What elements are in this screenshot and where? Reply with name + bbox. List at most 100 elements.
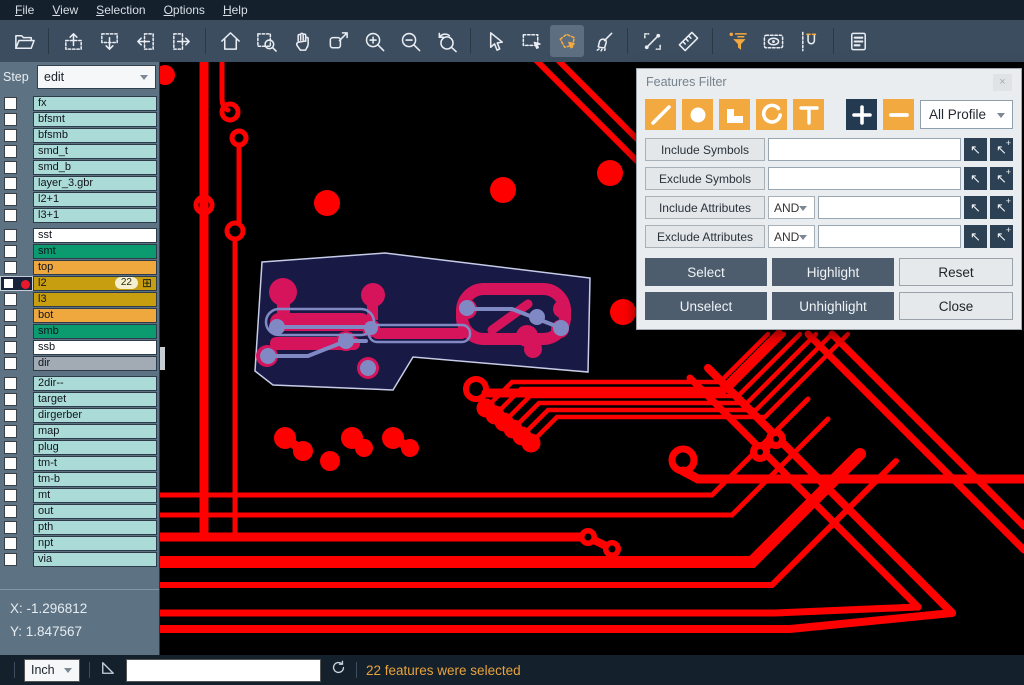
layer-visibility-checkbox[interactable]: [4, 309, 17, 322]
menu-view[interactable]: View: [43, 1, 87, 19]
layer-name[interactable]: l3+1: [33, 208, 157, 223]
layer-row-bfsmb[interactable]: bfsmb: [0, 127, 159, 143]
dialog-titlebar[interactable]: Features Filter ×: [637, 69, 1021, 95]
layer-row-target[interactable]: target: [0, 391, 159, 407]
layer-row-l2[interactable]: l222⊞: [0, 275, 159, 291]
layer-visibility-checkbox[interactable]: [4, 129, 17, 142]
exclude-attributes-input[interactable]: [818, 225, 961, 248]
dialog-close-button[interactable]: ×: [993, 74, 1012, 91]
reset-button[interactable]: Reset: [899, 258, 1013, 286]
layer-name[interactable]: fx: [33, 96, 157, 111]
add-filter-button[interactable]: [846, 99, 877, 130]
send-right-button[interactable]: [164, 25, 198, 57]
layer-visibility-checkbox[interactable]: [4, 113, 17, 126]
send-left-button[interactable]: [128, 25, 162, 57]
layer-name[interactable]: plug: [33, 440, 157, 455]
layer-name[interactable]: mt: [33, 488, 157, 503]
layer-name[interactable]: sst: [33, 228, 157, 243]
include-attributes-button[interactable]: Include Attributes: [645, 196, 765, 219]
layer-visibility-checkbox[interactable]: [4, 261, 17, 274]
layer-visibility-checkbox[interactable]: [4, 97, 17, 110]
select-button[interactable]: Select: [645, 258, 767, 286]
measure-button[interactable]: [635, 25, 669, 57]
layer-name[interactable]: l222⊞: [33, 276, 157, 291]
layer-name[interactable]: pth: [33, 520, 157, 535]
unselect-button[interactable]: Unselect: [645, 292, 767, 320]
include-attributes-pick-add-button[interactable]: ↖+: [990, 196, 1013, 219]
exclude-attributes-logic-select[interactable]: AND: [768, 225, 815, 248]
report-list-button[interactable]: [841, 25, 875, 57]
include-attributes-input[interactable]: [818, 196, 961, 219]
layer-name[interactable]: smd_b: [33, 160, 157, 175]
layer-row-2dir-[interactable]: 2dir--: [0, 375, 159, 391]
layer-name[interactable]: ssb: [33, 340, 157, 355]
filter-arcs-button[interactable]: [756, 99, 787, 130]
select-cursor-button[interactable]: [478, 25, 512, 57]
include-attributes-logic-select[interactable]: AND: [768, 196, 815, 219]
layer-name[interactable]: smt: [33, 244, 157, 259]
layer-visibility-checkbox[interactable]: [4, 293, 17, 306]
home-view-button[interactable]: [213, 25, 247, 57]
exclude-attributes-pick-add-button[interactable]: ↖+: [990, 225, 1013, 248]
sidebar-splitter-handle[interactable]: [160, 347, 165, 370]
layer-visibility-checkbox[interactable]: [4, 537, 17, 550]
layer-visibility-checkbox[interactable]: [4, 279, 13, 288]
layer-row-l3-1[interactable]: l3+1: [0, 207, 159, 223]
ruler-button[interactable]: [671, 25, 705, 57]
layer-name[interactable]: bot: [33, 308, 157, 323]
menu-options[interactable]: Options: [155, 1, 214, 19]
zoom-object-button[interactable]: [321, 25, 355, 57]
layer-row-smt[interactable]: smt: [0, 243, 159, 259]
step-select[interactable]: edit: [37, 65, 156, 89]
include-symbols-input[interactable]: [768, 138, 961, 161]
layer-visibility-checkbox[interactable]: [4, 425, 17, 438]
layer-grid-icon[interactable]: ⊞: [142, 277, 152, 289]
layer-visibility-checkbox[interactable]: [4, 473, 17, 486]
rect-select-button[interactable]: [514, 25, 548, 57]
layer-name[interactable]: dir: [33, 356, 157, 371]
snap-magnet-button[interactable]: [792, 25, 826, 57]
filter-lines-button[interactable]: [645, 99, 676, 130]
menu-file[interactable]: File: [6, 1, 43, 19]
layer-row-sst[interactable]: sst: [0, 227, 159, 243]
exclude-symbols-pick-add-button[interactable]: ↖+: [990, 167, 1013, 190]
layer-visibility-checkbox[interactable]: [4, 441, 17, 454]
layer-name[interactable]: dirgerber: [33, 408, 157, 423]
layer-row-top[interactable]: top: [0, 259, 159, 275]
layer-visibility-checkbox[interactable]: [4, 177, 17, 190]
layer-row-bfsmt[interactable]: bfsmt: [0, 111, 159, 127]
layer-visibility-checkbox[interactable]: [4, 521, 17, 534]
zoom-out-button[interactable]: [393, 25, 427, 57]
filter-surfaces-button[interactable]: [719, 99, 750, 130]
layer-row-ssb[interactable]: ssb: [0, 339, 159, 355]
layer-visibility-checkbox[interactable]: [4, 393, 17, 406]
layer-visibility-checkbox[interactable]: [4, 145, 17, 158]
layer-name[interactable]: npt: [33, 536, 157, 551]
layer-visibility-checkbox[interactable]: [4, 489, 17, 502]
layer-visibility-checkbox[interactable]: [4, 161, 17, 174]
exclude-attributes-pick-button[interactable]: ↖: [964, 225, 987, 248]
command-input[interactable]: [126, 659, 321, 682]
layer-row-mt[interactable]: mt: [0, 487, 159, 503]
filter-text-button[interactable]: [793, 99, 824, 130]
profile-select[interactable]: All Profile: [920, 100, 1013, 129]
layer-row-via[interactable]: via: [0, 551, 159, 567]
layer-visibility-checkbox[interactable]: [4, 409, 17, 422]
filter-pads-button[interactable]: [682, 99, 713, 130]
layer-row-smd-b[interactable]: smd_b: [0, 159, 159, 175]
layer-row-dir[interactable]: dir: [0, 355, 159, 371]
layer-name[interactable]: top: [33, 260, 157, 275]
layer-row-pth[interactable]: pth: [0, 519, 159, 535]
layer-row-map[interactable]: map: [0, 423, 159, 439]
units-select[interactable]: Inch: [24, 659, 80, 682]
layer-row-npt[interactable]: npt: [0, 535, 159, 551]
layer-row-l3[interactable]: l3: [0, 291, 159, 307]
clear-brush-button[interactable]: [586, 25, 620, 57]
send-up-button[interactable]: [56, 25, 90, 57]
layer-row-dirgerber[interactable]: dirgerber: [0, 407, 159, 423]
pan-hand-button[interactable]: [285, 25, 319, 57]
features-filter-button[interactable]: [720, 25, 754, 57]
view-filter-eye-button[interactable]: [756, 25, 790, 57]
include-symbols-pick-add-button[interactable]: ↖+: [990, 138, 1013, 161]
close-button[interactable]: Close: [899, 292, 1013, 320]
